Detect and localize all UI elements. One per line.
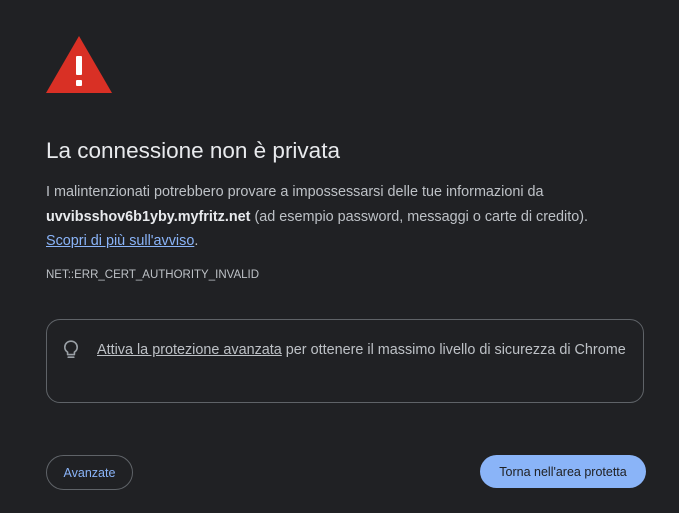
- warning-text-before-host: I malintenzionati potrebbero provare a i…: [46, 184, 544, 200]
- lightbulb-icon: [64, 340, 78, 359]
- warning-triangle-icon: [46, 36, 112, 93]
- enhanced-protection-message: Attiva la protezione avanzata per ottene…: [97, 338, 627, 363]
- learn-more-link[interactable]: Scopri di più sull'avviso: [46, 233, 194, 249]
- enhanced-protection-box: Attiva la protezione avanzata per ottene…: [46, 319, 644, 403]
- advanced-button[interactable]: Avanzate: [46, 455, 133, 490]
- enhanced-protection-link[interactable]: Attiva la protezione avanzata: [97, 342, 282, 358]
- learn-more-suffix: .: [194, 233, 199, 249]
- error-code: NET::ERR_CERT_AUTHORITY_INVALID: [46, 269, 260, 281]
- warning-message: I malintenzionati potrebbero provare a i…: [46, 180, 646, 254]
- back-to-safety-button[interactable]: Torna nell'area protetta: [480, 455, 646, 488]
- warning-text-after-host: (ad esempio password, messaggi o carte d…: [250, 208, 589, 225]
- page-title: La connessione non è privata: [46, 138, 340, 163]
- host-name: uvvibsshov6b1yby.myfritz.net: [46, 208, 251, 225]
- interstitial-page: La connessione non è privata I malintenz…: [0, 0, 679, 513]
- enhanced-protection-text: per ottenere il massimo livello di sicur…: [281, 342, 626, 358]
